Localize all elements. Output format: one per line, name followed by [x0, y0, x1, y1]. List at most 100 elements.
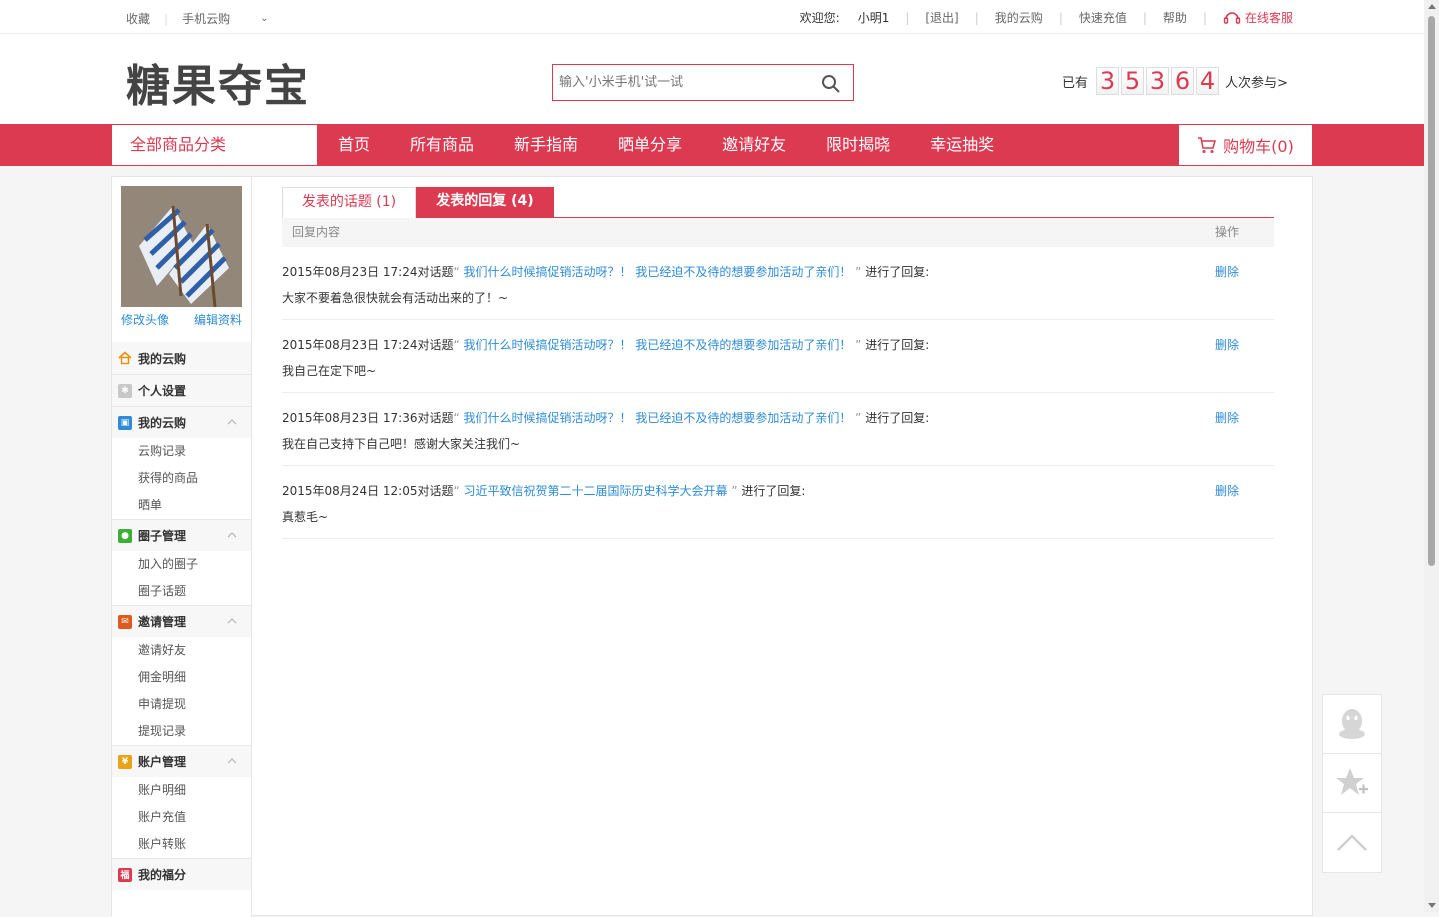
circle-icon: ●: [118, 528, 132, 543]
logout-link[interactable]: [退出]: [925, 9, 958, 26]
page-scrollbar[interactable]: [1424, 0, 1439, 912]
sidebar-item-personal-settings[interactable]: ✱ 个人设置: [112, 374, 251, 406]
change-avatar-link[interactable]: 修改头像: [121, 311, 169, 328]
table-row: 2015年08月23日 17:24对话题“ 我们什么时候搞促销活动呀？！ 我已经…: [282, 247, 1274, 320]
site-logo[interactable]: 糖果夺宝: [126, 50, 310, 114]
chevron-up-icon[interactable]: [227, 531, 237, 539]
reply-meta: 2015年08月23日 17:24对话题“ 我们什么时候搞促销活动呀？！ 我已经…: [282, 336, 929, 353]
scroll-up-icon[interactable]: [1428, 4, 1436, 9]
reply-time: 2015年08月24日 12:05: [282, 484, 418, 498]
reply-prefix: 对话题: [417, 265, 454, 279]
nav-home[interactable]: 首页: [338, 124, 370, 166]
sidebar-subitem-circle-topics[interactable]: 圈子话题: [112, 578, 251, 605]
sidebar-subitem-account-recharge[interactable]: 账户充值: [112, 804, 251, 831]
reply-prefix: 对话题: [417, 484, 454, 498]
counter-suffix-link[interactable]: 人次参与>: [1225, 72, 1288, 91]
separator: |: [974, 10, 979, 25]
help-link[interactable]: 帮助: [1163, 9, 1187, 26]
fortune-icon: 福: [118, 867, 132, 882]
tab-replies[interactable]: 发表的回复 (4): [416, 187, 554, 218]
sidebar-item-circle[interactable]: ● 圈子管理: [112, 519, 251, 551]
chevron-up-icon: [1337, 834, 1367, 851]
cart-button[interactable]: 购物车(0): [1178, 124, 1313, 166]
scroll-down-icon[interactable]: [1428, 903, 1436, 908]
sidebar-subitem-account-details[interactable]: 账户明细: [112, 777, 251, 804]
topic-link[interactable]: 我们什么时候搞促销活动呀？！ 我已经迫不及待的想要参加活动了亲们！: [464, 338, 852, 352]
topic-link[interactable]: 我们什么时候搞促销活动呀？！ 我已经迫不及待的想要参加活动了亲们！: [464, 411, 852, 425]
quote-close: ”: [851, 338, 866, 352]
edit-profile-link[interactable]: 编辑资料: [194, 311, 242, 328]
cart-icon: [1198, 137, 1217, 153]
counter-digit: 3: [1096, 67, 1120, 95]
delete-button[interactable]: 删除: [1215, 336, 1239, 353]
reply-text: 我自己在定下吧~: [282, 364, 377, 378]
quote-open: “: [453, 265, 464, 279]
sidebar-item-my-yungou-home[interactable]: 我的云购: [112, 342, 251, 374]
username-link[interactable]: 小明1: [858, 9, 890, 26]
chevron-down-icon[interactable]: ⌄: [260, 13, 268, 24]
recharge-link[interactable]: 快速充值: [1079, 9, 1127, 26]
nav-share[interactable]: 晒单分享: [618, 124, 682, 166]
nav-invite[interactable]: 邀请好友: [722, 124, 786, 166]
floating-toolbar: [1322, 694, 1382, 873]
top-bar-left: 收藏 | 手机云购 ⌄: [126, 10, 268, 27]
online-service-link[interactable]: 在线客服: [1223, 9, 1293, 26]
participant-counter: 已有 3 5 3 6 4 人次参与>: [1062, 67, 1288, 95]
table-row: 2015年08月23日 17:36对话题“ 我们什么时候搞促销活动呀？！ 我已经…: [282, 393, 1274, 466]
separator: |: [1202, 10, 1207, 25]
reply-suffix: 进行了回复:: [865, 265, 930, 279]
my-yungou-link[interactable]: 我的云购: [995, 9, 1043, 26]
nav-guide[interactable]: 新手指南: [514, 124, 578, 166]
quote-open: “: [453, 411, 464, 425]
sidebar-item-my-yungou[interactable]: ▣ 我的云购: [112, 406, 251, 438]
sidebar-item-label: 我的福分: [138, 868, 187, 882]
reply-time: 2015年08月23日 17:36: [282, 411, 418, 425]
mobile-link[interactable]: 手机云购: [182, 10, 230, 27]
sidebar-subitem-withdraw-records[interactable]: 提现记录: [112, 718, 251, 745]
nav-all-products[interactable]: 所有商品: [410, 124, 474, 166]
avatar-image: [121, 186, 242, 307]
favorites-link[interactable]: 收藏: [126, 10, 150, 27]
sidebar-subitem-joined-circles[interactable]: 加入的圈子: [112, 551, 251, 578]
chevron-up-icon[interactable]: [227, 617, 237, 625]
nav-reveal[interactable]: 限时揭晓: [826, 124, 890, 166]
chevron-up-icon[interactable]: [227, 418, 237, 426]
search-icon[interactable]: [821, 74, 841, 94]
sidebar-subitem-won-products[interactable]: 获得的商品: [112, 465, 251, 492]
scrollbar-thumb[interactable]: [1428, 16, 1435, 566]
tab-topics[interactable]: 发表的话题 (1): [282, 187, 416, 218]
topic-link[interactable]: 我们什么时候搞促销活动呀？！ 我已经迫不及待的想要参加活动了亲们！: [464, 265, 852, 279]
delete-button[interactable]: 删除: [1215, 482, 1239, 499]
topic-link[interactable]: 习近平致信祝贺第二十二届国际历史科学大会开幕: [464, 484, 728, 498]
sidebar-subitem-account-transfer[interactable]: 账户转账: [112, 831, 251, 858]
all-categories-button[interactable]: 全部商品分类: [111, 124, 318, 166]
sidebar-subitem-withdraw-request[interactable]: 申请提现: [112, 691, 251, 718]
sidebar-subitem-commission[interactable]: 佣金明细: [112, 664, 251, 691]
welcome-label: 欢迎您:: [799, 11, 840, 25]
sidebar-item-invite[interactable]: ✉ 邀请管理: [112, 605, 251, 637]
sidebar-subitem-records[interactable]: 云购记录: [112, 438, 251, 465]
sidebar-item-fortune[interactable]: 福 我的福分: [112, 858, 251, 890]
search-input[interactable]: [553, 65, 803, 100]
main-nav: 全部商品分类 首页 所有商品 新手指南 晒单分享 邀请好友 限时揭晓 幸运抽奖 …: [0, 124, 1424, 166]
qq-contact-button[interactable]: [1323, 695, 1381, 754]
nav-lottery[interactable]: 幸运抽奖: [930, 124, 994, 166]
back-to-top-button[interactable]: [1323, 813, 1381, 872]
counter-digit: 4: [1196, 67, 1220, 95]
avatar[interactable]: [121, 186, 242, 307]
sidebar-subitem-invite-friends[interactable]: 邀请好友: [112, 637, 251, 664]
add-favorite-button[interactable]: [1323, 754, 1381, 813]
sidebar-item-label: 圈子管理: [138, 529, 187, 543]
sidebar-item-account[interactable]: ¥ 账户管理: [112, 745, 251, 777]
delete-button[interactable]: 删除: [1215, 409, 1239, 426]
chevron-up-icon[interactable]: [227, 757, 237, 765]
main-panel: 修改头像 编辑资料 我的云购 ✱ 个人设置 ▣ 我的云购 云购记录 获得的商品 …: [111, 176, 1313, 917]
sidebar-subitem-share[interactable]: 晒单: [112, 492, 251, 519]
headset-icon: [1223, 11, 1241, 24]
quote-open: “: [453, 484, 464, 498]
invite-icon: ✉: [118, 614, 132, 629]
quote-close: ”: [727, 484, 742, 498]
tab-bar: 发表的话题 (1) 发表的回复 (4): [282, 187, 1274, 218]
delete-button[interactable]: 删除: [1215, 263, 1239, 280]
qq-penguin-icon: [1339, 709, 1365, 739]
